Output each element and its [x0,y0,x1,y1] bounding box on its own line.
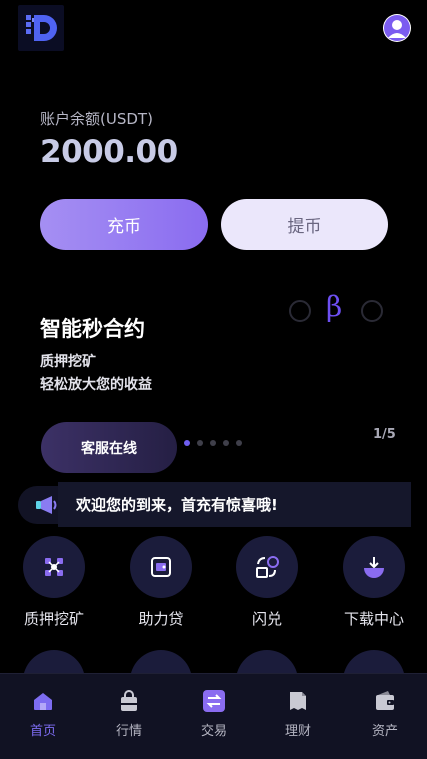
tab-trade[interactable]: 交易 [179,688,249,739]
menu-label: 闪兑 [251,610,282,628]
bottom-tab-bar: 首页 行情 交易 理财 资产 [0,673,427,759]
user-avatar-icon [384,15,410,41]
carousel-dot[interactable] [223,440,229,446]
d-logo-icon [26,15,57,41]
staking-mining-icon [23,536,85,598]
tab-finance[interactable]: 理财 [263,688,333,739]
deposit-button[interactable]: 充币 [40,199,208,250]
banner-subtitle-1: 质押挖矿 [40,354,96,370]
menu-label: 质押挖矿 [23,610,84,628]
carousel-pager: 1/5 [373,427,396,442]
loan-icon [130,536,192,598]
tab-label: 交易 [200,724,227,739]
balance-label: 账户余额(USDT) [40,110,153,128]
banner-title: 智能秒合约 [40,317,145,341]
finance-icon [285,688,311,714]
menu-download[interactable]: 下载中心 [321,536,427,629]
swap-icon [236,536,298,598]
app-logo[interactable] [18,5,64,51]
trade-icon [201,688,227,714]
notice-text: 欢迎您的到来，首充有惊喜哦! [76,496,278,514]
beta-symbol: β [326,290,343,323]
withdraw-button[interactable]: 提币 [221,199,388,250]
tab-assets[interactable]: 资产 [350,688,420,739]
tab-label: 行情 [115,724,142,739]
carousel-dot[interactable] [197,440,203,446]
download-icon [343,536,405,598]
customer-service-button[interactable]: 客服在线 [41,422,177,473]
banner-subtitle-2: 轻松放大您的收益 [40,377,152,393]
tab-market[interactable]: 行情 [94,688,164,739]
tab-label: 首页 [29,724,56,739]
carousel-dot[interactable] [236,440,242,446]
decor-ring-left [289,300,311,322]
user-avatar[interactable] [383,14,411,42]
carousel-dots [184,440,242,446]
menu-label: 助力贷 [138,610,184,628]
carousel-dot[interactable] [184,440,190,446]
menu-label: 下载中心 [343,610,404,628]
tab-home[interactable]: 首页 [8,688,78,739]
market-icon [116,688,142,714]
carousel-dot[interactable] [210,440,216,446]
decor-ring-right [361,300,383,322]
tab-label: 资产 [371,724,398,739]
megaphone-icon [34,493,60,517]
balance-value: 2000.00 [40,134,178,170]
menu-swap[interactable]: 闪兑 [214,536,320,629]
home-icon [30,688,56,714]
notice-bar[interactable]: 欢迎您的到来，首充有惊喜哦! [58,482,411,527]
menu-staking-mining[interactable]: 质押挖矿 [1,536,107,629]
tab-label: 理财 [284,724,311,739]
wallet-icon [372,688,398,714]
menu-loan[interactable]: 助力贷 [108,536,214,629]
